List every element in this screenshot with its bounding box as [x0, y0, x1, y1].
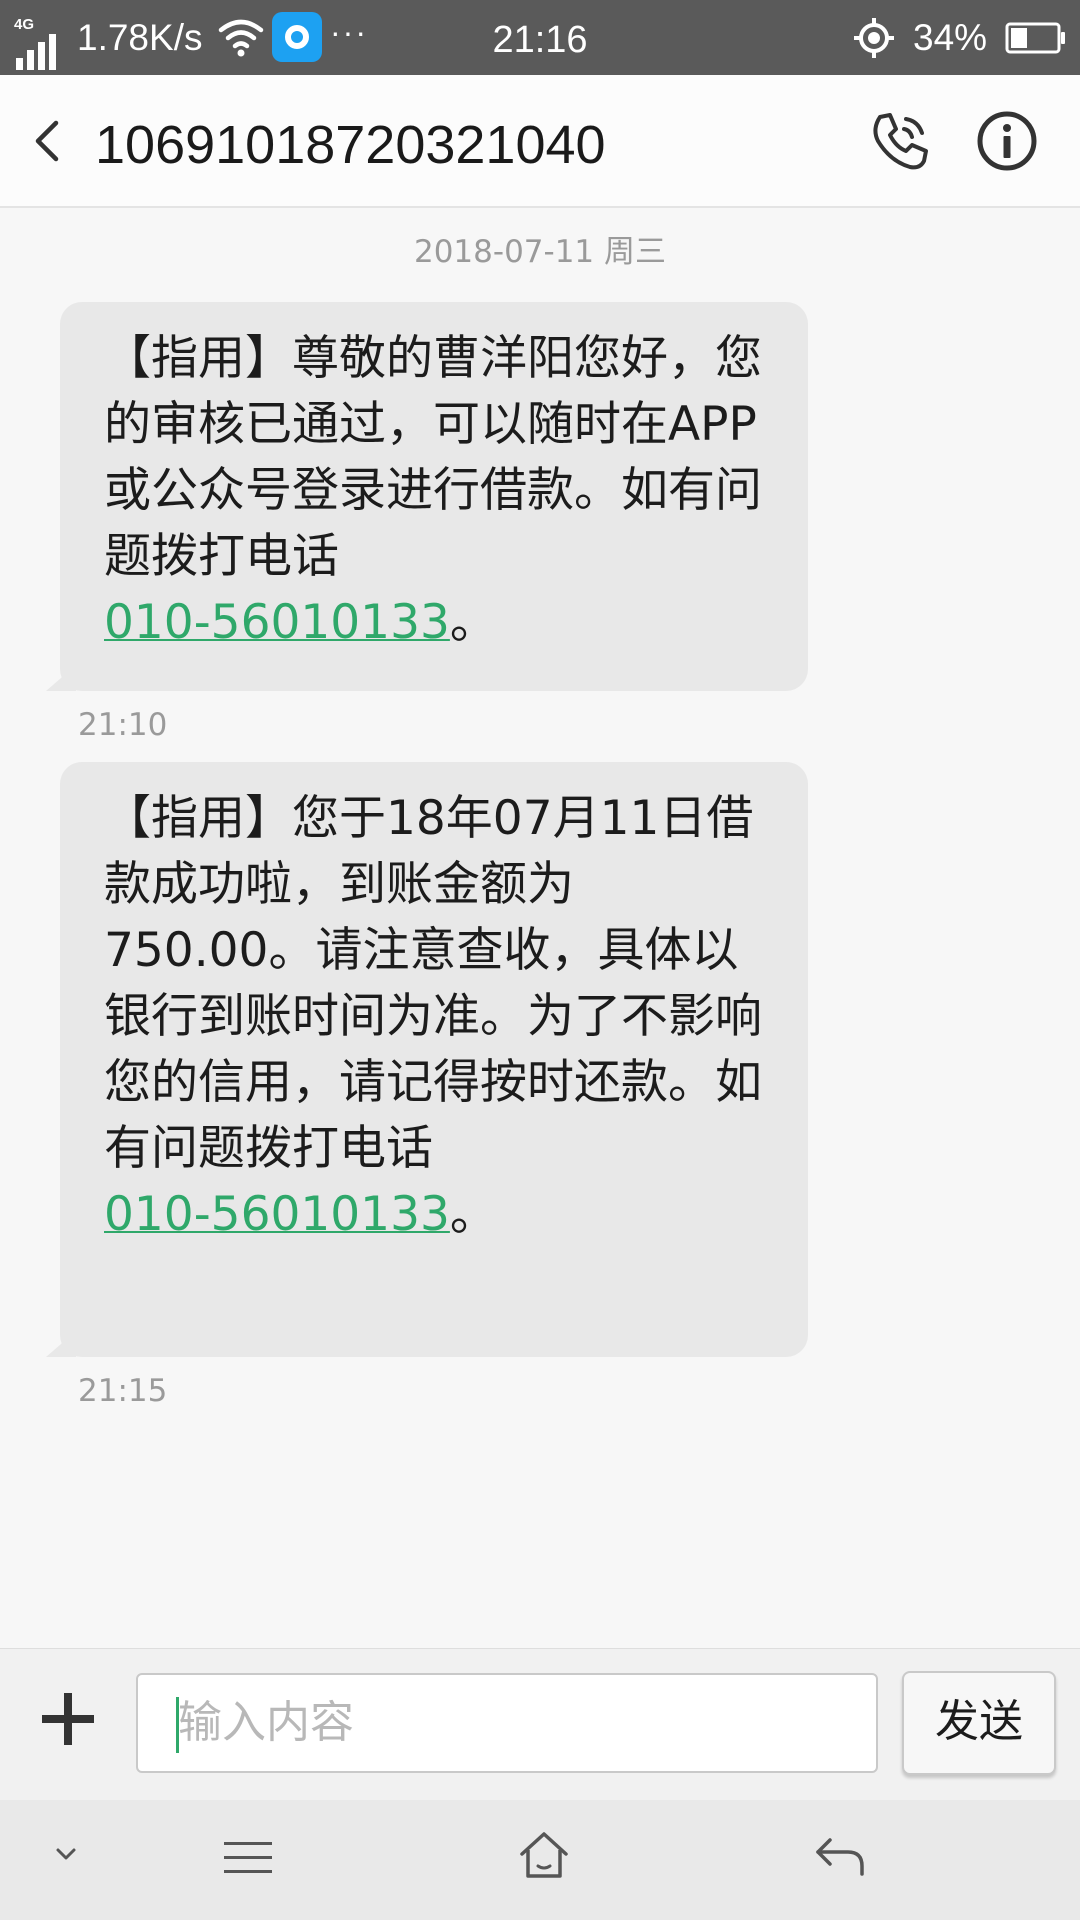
message-bubble[interactable]: 【指用】尊敬的曹洋阳您好，您的审核已通过，可以随时在APP或公众号登录进行借款。…: [60, 302, 808, 691]
info-icon[interactable]: [975, 109, 1039, 173]
message-time: 21:10: [78, 707, 168, 743]
message-bubble[interactable]: 【指用】您于18年07月11日借款成功啦，到账金额为750.00。请注意查收，具…: [60, 762, 808, 1357]
message-composer: 输入内容 发送: [0, 1648, 1080, 1800]
message-suffix: 。: [449, 595, 497, 650]
message-time: 21:15: [78, 1373, 168, 1409]
location-icon: [854, 18, 894, 58]
menu-icon[interactable]: [222, 1838, 274, 1878]
contact-number: 10691018720321040: [95, 115, 606, 175]
message-suffix: 。: [449, 1187, 497, 1242]
battery-icon: [1005, 22, 1065, 54]
phone-link[interactable]: 010-56010133: [104, 595, 450, 650]
back-arrow-icon[interactable]: [814, 1834, 866, 1878]
conversation-header: 10691018720321040: [0, 75, 1080, 208]
text-cursor: [176, 1697, 179, 1753]
send-button[interactable]: 发送: [902, 1671, 1056, 1775]
back-icon[interactable]: [26, 113, 70, 169]
system-nav-bar: [0, 1800, 1080, 1920]
sms-conversation-screen: 4G 1.78K/s ··· 21:16 34% 106910187203210…: [0, 0, 1080, 1920]
add-attachment-icon[interactable]: [38, 1689, 98, 1749]
status-bar: 4G 1.78K/s ··· 21:16 34%: [0, 0, 1080, 75]
collapse-chevron-icon[interactable]: [50, 1842, 82, 1866]
battery-percent: 34%: [913, 17, 988, 58]
message-input-placeholder: 输入内容: [178, 1697, 354, 1748]
message-text: 【指用】您于18年07月11日借款成功啦，到账金额为750.00。请注意查收，具…: [104, 791, 762, 1176]
message-text: 【指用】尊敬的曹洋阳您好，您的审核已通过，可以随时在APP或公众号登录进行借款。…: [104, 331, 762, 584]
date-separator: 2018-07-11 周三: [413, 234, 666, 270]
phone-link[interactable]: 010-56010133: [104, 1187, 450, 1242]
message-input[interactable]: 输入内容: [136, 1673, 878, 1773]
phone-call-icon[interactable]: [866, 109, 932, 175]
home-icon[interactable]: [518, 1830, 570, 1880]
